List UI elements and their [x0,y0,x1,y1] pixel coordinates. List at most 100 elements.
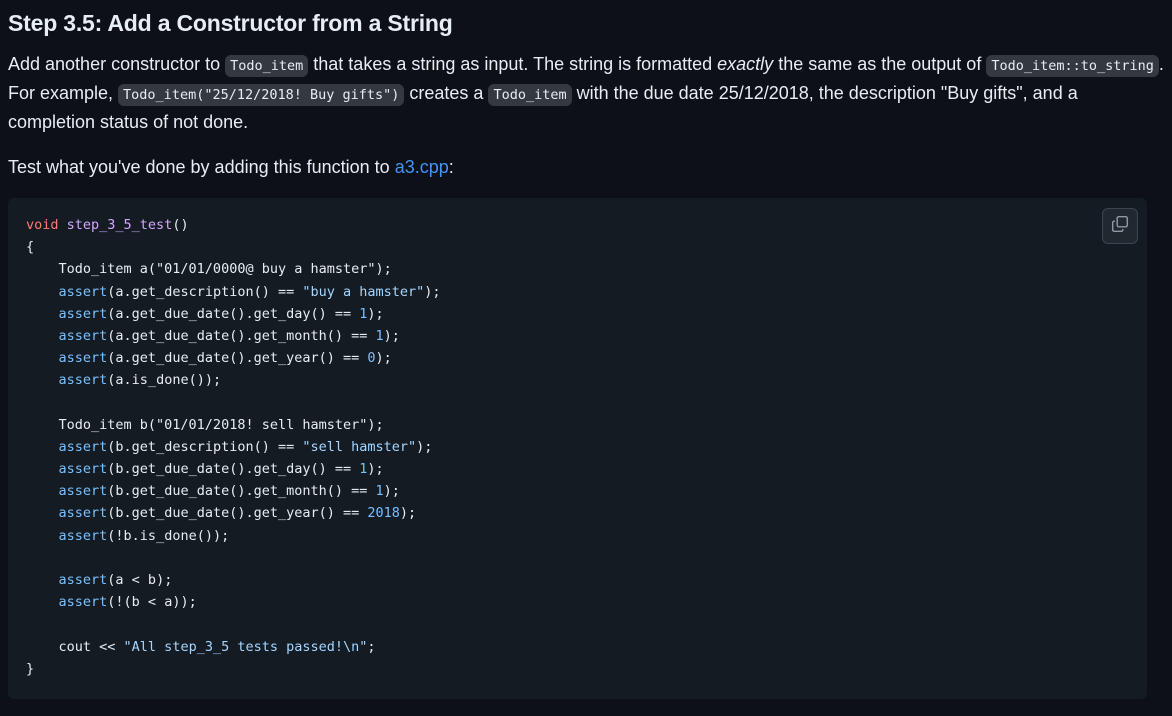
code-line: cout << "All step_3_5 tests passed!\n"; [26,636,1129,658]
code-token: assert [58,327,108,344]
code-token: Todo_item a("01/01/0000@ buy a hamster")… [26,261,392,278]
code-token: assert [58,461,108,478]
code-token: assert [58,505,108,522]
inline-code-todo-item: Todo_item [225,55,309,77]
code-token: assert [58,372,108,389]
intro-text-5: creates a [404,83,489,103]
code-token: "sell hamster" [302,438,417,455]
inline-code-todo-item-2: Todo_item [488,84,572,106]
code-line: assert(b.get_due_date().get_day() == 1); [26,458,1129,480]
test-paragraph: Test what you've done by adding this fun… [8,154,1164,181]
code-token: (a.get_due_date().get_year() == [107,350,368,367]
code-line: assert(a.get_description() == "buy a ham… [26,281,1129,303]
code-token: Todo_item b("01/01/2018! sell hamster"); [26,416,384,433]
code-token: ); [399,505,417,522]
code-line: assert(!(b < a)); [26,591,1129,613]
code-token: ); [383,483,400,500]
code-token: 0 [367,350,376,367]
code-line: assert(a.get_due_date().get_month() == 1… [26,325,1129,347]
code-line: assert(b.get_due_date().get_month() == 1… [26,480,1129,502]
code-token: ); [383,327,400,344]
code-token: { [26,239,35,256]
emphasis-exactly: exactly [717,54,774,74]
code-token: assert [58,305,108,322]
code-line: assert(b.get_due_date().get_year() == 20… [26,502,1129,524]
code-token: assert [58,350,108,367]
intro-text-3: the same as the output of [773,54,987,74]
code-line: assert(a.get_due_date().get_day() == 1); [26,303,1129,325]
section-heading: Step 3.5: Add a Constructor from a Strin… [8,10,453,36]
code-line: assert(a.is_done()); [26,369,1129,391]
code-token: "All step_3_5 tests passed!\n" [123,638,368,655]
code-line: } [26,658,1129,680]
code-line: Todo_item b("01/01/2018! sell hamster"); [26,414,1129,436]
code-token: (b.get_description() == [107,438,303,455]
code-token: (b.get_due_date().get_month() == [107,483,376,500]
copy-icon [1111,215,1129,238]
test-text: Test what you've done by adding this fun… [8,157,395,177]
code-token: assert [58,572,108,588]
page: Step 3.5: Add a Constructor from a Strin… [0,0,1172,716]
code-token: 2018 [367,505,400,522]
code-token: ); [424,283,441,300]
intro-paragraph: Add another constructor to Todo_item tha… [8,51,1164,136]
code-token: assert [58,283,108,300]
code-token: (a < b); [107,572,173,588]
code-token: (a.is_done()); [107,372,222,389]
code-token: (a.get_description() == [107,283,303,300]
code-token: ); [367,461,384,478]
code-token: ); [375,350,392,367]
code-line: assert(!b.is_done()); [26,525,1129,547]
code-token: (!b.is_done()); [107,527,230,544]
code-token: assert [58,594,108,611]
code-line: assert(b.get_description() == "sell hams… [26,436,1129,458]
code-line: assert(a.get_due_date().get_year() == 0)… [26,347,1129,369]
intro-text-1: Add another constructor to [8,54,226,74]
code-token: assert [58,438,108,455]
code-line: assert(a < b); [26,569,1129,591]
code-content: void step_3_5_test() { Todo_item a("01/01… [26,214,1129,680]
code-token: () [172,217,189,233]
code-block: void step_3_5_test() { Todo_item a("01/01… [8,198,1147,699]
code-token: (b.get_due_date().get_day() == [107,461,360,478]
code-token: ; [367,638,376,655]
code-token: (!(b < a)); [107,594,197,611]
intro-text-2: that takes a string as input. The string… [308,54,718,74]
code-token: } [26,660,35,677]
test-text-after: : [448,157,454,177]
code-token: ); [416,438,433,455]
code-line: void step_3_5_test() [26,214,1129,236]
a3-cpp-link[interactable]: a3.cpp [395,157,449,177]
code-token: cout << [26,638,124,655]
code-token: 1 [375,327,384,344]
code-token: step_3_5_test [66,217,173,233]
code-token: assert [58,527,108,544]
code-token: (b.get_due_date().get_year() == [107,505,368,522]
code-token: (a.get_due_date().get_day() == [107,305,360,322]
code-token: 1 [375,483,384,500]
copy-button[interactable] [1102,208,1138,244]
code-token: assert [58,483,108,500]
code-token: ); [367,305,384,322]
code-token: (a.get_due_date().get_month() == [107,327,376,344]
code-line: { [26,236,1129,258]
code-token: void [26,217,59,233]
inline-code-example: Todo_item("25/12/2018! Buy gifts") [118,84,405,106]
code-line: Todo_item a("01/01/0000@ buy a hamster")… [26,258,1129,280]
code-token: "buy a hamster" [302,283,425,300]
inline-code-to-string: Todo_item::to_string [986,55,1159,77]
